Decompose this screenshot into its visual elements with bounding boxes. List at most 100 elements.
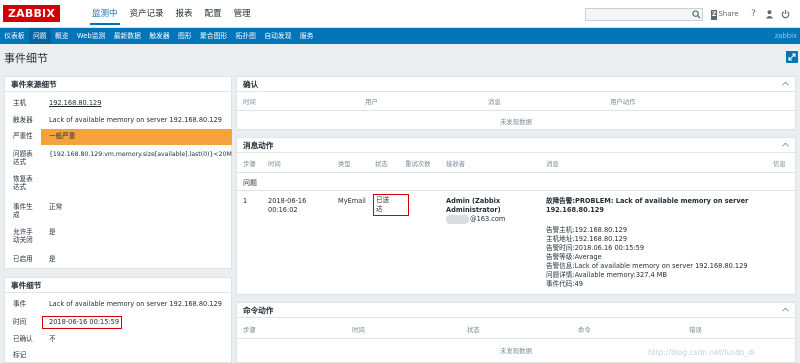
- source-row-event-generation: 事件生成 正常: [5, 203, 233, 223]
- submenu-latest-data[interactable]: 最新数据: [110, 28, 146, 44]
- logout-icon[interactable]: [781, 9, 790, 19]
- cmd-col-command: 命令: [578, 326, 591, 334]
- cmd-col-error: 错误: [689, 326, 702, 334]
- msg-body-line: 主机地址:192.168.80.129: [546, 235, 628, 243]
- acknowledgements-title: 确认: [237, 77, 795, 92]
- search-icon[interactable]: [692, 10, 701, 19]
- msg-col-status: 状态: [375, 160, 388, 168]
- status-highlight: [373, 194, 409, 216]
- msg-body-line: 告警时间:2018.06.16 00:15:59: [546, 244, 645, 252]
- msg-col-message: 消息: [546, 160, 559, 168]
- event-name: Lack of available memory on server 192.1…: [49, 300, 222, 308]
- source-label-trigger: 触发器: [13, 116, 33, 124]
- acknowledged-value[interactable]: 不: [49, 335, 56, 344]
- msg-col-type: 类型: [338, 160, 351, 168]
- source-row-enabled: 已启用 是: [5, 255, 233, 265]
- divider: [237, 172, 795, 173]
- cmd-col-step: 步骤: [243, 326, 256, 334]
- menu-administration[interactable]: 管理: [228, 0, 257, 28]
- msg-step: 1: [243, 197, 248, 205]
- sub-menu: 仪表板 问题 概览 Web监测 最新数据 触发器 图形 聚合图形 拓扑图 自动发…: [0, 28, 800, 44]
- divider: [237, 190, 795, 191]
- chevron-up-icon[interactable]: [782, 81, 789, 86]
- source-label-severity: 严重性: [13, 132, 33, 140]
- problem-group-label: 问题: [243, 179, 257, 187]
- manual-close: 是: [49, 228, 56, 236]
- source-label-recovery-expression: 恢复表达式: [13, 175, 33, 191]
- menu-reports[interactable]: 报表: [170, 0, 199, 28]
- submenu-web[interactable]: Web监测: [73, 28, 110, 44]
- host-link[interactable]: 192.168.80.129: [49, 99, 101, 108]
- msg-body-line: 告警主机:192.168.80.129: [546, 226, 628, 234]
- menu-monitoring[interactable]: 监测中: [86, 0, 124, 28]
- cmd-col-status: 状态: [467, 326, 480, 334]
- submenu-graphs[interactable]: 图形: [174, 28, 196, 44]
- menu-configuration[interactable]: 配置: [199, 0, 228, 28]
- source-label-problem-expression: 问题表达式: [13, 150, 33, 166]
- chevron-up-icon[interactable]: [782, 307, 789, 312]
- msg-subject: 故障告警:PROBLEM: Lack of available memory o…: [546, 197, 749, 205]
- chevron-up-icon[interactable]: [782, 142, 789, 147]
- event-details-panel: 事件细节 事件 Lack of available memory on serv…: [4, 277, 232, 363]
- submenu-screens[interactable]: 聚合图形: [196, 28, 232, 44]
- source-label-host: 主机: [13, 99, 27, 107]
- search-input[interactable]: [585, 8, 703, 21]
- source-row-host: 主机 192.168.80.129: [5, 99, 233, 109]
- recipient-email: @163.com: [470, 215, 506, 223]
- message-actions-panel: 消息动作 步骤 时间 类型 状态 重试次数 接收者 消息 信息 问题 1 201…: [236, 137, 796, 295]
- event-source-title: 事件来源细节: [5, 77, 231, 92]
- msg-type: MyEmail: [338, 197, 366, 205]
- share-label: Share: [718, 10, 739, 18]
- ack-col-message: 消息: [488, 98, 501, 106]
- help-icon[interactable]: ?: [749, 9, 758, 19]
- submenu-maps[interactable]: 拓扑图: [231, 28, 260, 44]
- problem-expression: {192.168.80.129:vm.memory.size[available…: [49, 151, 232, 158]
- event-row-event: 事件 Lack of available memory on server 19…: [5, 300, 233, 310]
- submenu-overview[interactable]: 概览: [51, 28, 73, 44]
- share-link[interactable]: Z Share: [711, 9, 739, 20]
- top-bar: ZABBIX 监测中 资产记录 报表 配置 管理 Z Share ?: [0, 0, 800, 28]
- event-label-event: 事件: [13, 300, 27, 308]
- ack-col-time: 时间: [243, 98, 256, 106]
- divider: [237, 338, 795, 339]
- source-row-trigger: 触发器 Lack of available memory on server 1…: [5, 116, 233, 126]
- msg-body-line: 告警信息:Lack of available memory on server …: [546, 262, 748, 270]
- event-label-time: 时间: [13, 318, 27, 326]
- submenu-discovery[interactable]: 自动发现: [260, 28, 296, 44]
- msg-body-line: 问题详情:Available memory:327.4 MB: [546, 271, 668, 279]
- msg-subject-2: 192.168.80.129: [546, 206, 604, 214]
- recipient-name: Admin (Zabbix: [446, 197, 501, 205]
- source-row-problem-expression: 问题表达式 {192.168.80.129:vm.memory.size[ava…: [5, 150, 233, 170]
- msg-time-date: 2018-06-16: [268, 197, 307, 205]
- submenu-problems[interactable]: 问题: [28, 28, 51, 44]
- page-title: 事件细节: [4, 52, 48, 65]
- submenu-services[interactable]: 服务: [296, 28, 318, 44]
- severity-value: 一般严重: [49, 132, 76, 140]
- msg-col-recipient: 接收者: [446, 160, 466, 168]
- recipient-name-2: Administrator): [446, 206, 501, 214]
- watermark: http://blog.csdn.net/lusdo_di: [648, 348, 756, 357]
- msg-col-step: 步骤: [243, 160, 256, 168]
- source-row-severity: 严重性 一般严重: [5, 129, 233, 145]
- trigger-name: Lack of available memory on server 192.1…: [49, 116, 222, 124]
- msg-col-retries: 重试次数: [405, 160, 431, 168]
- source-label-event-generation: 事件生成: [13, 203, 33, 219]
- ack-col-user: 用户: [365, 98, 378, 106]
- zabbix-logo[interactable]: ZABBIX: [3, 5, 60, 22]
- msg-col-time: 时间: [268, 160, 281, 168]
- event-label-tags: 标记: [13, 351, 27, 359]
- severity-badge: 一般严重: [41, 129, 232, 145]
- share-icon: Z: [711, 10, 718, 20]
- enabled-value: 是: [49, 255, 56, 263]
- msg-col-info: 信息: [773, 160, 786, 168]
- menu-inventory[interactable]: 资产记录: [124, 0, 170, 28]
- ack-no-data: 未发现数据: [500, 118, 532, 126]
- fullscreen-button[interactable]: [786, 51, 798, 63]
- source-label-enabled: 已启用: [13, 255, 33, 263]
- event-row-acknowledged: 已确认 不: [5, 335, 233, 345]
- submenu-triggers[interactable]: 触发器: [145, 28, 174, 44]
- submenu-dashboard[interactable]: 仪表板: [0, 28, 29, 44]
- source-row-recovery-expression: 恢复表达式: [5, 175, 233, 195]
- user-icon[interactable]: [765, 9, 774, 19]
- event-label-acknowledged: 已确认: [13, 335, 33, 343]
